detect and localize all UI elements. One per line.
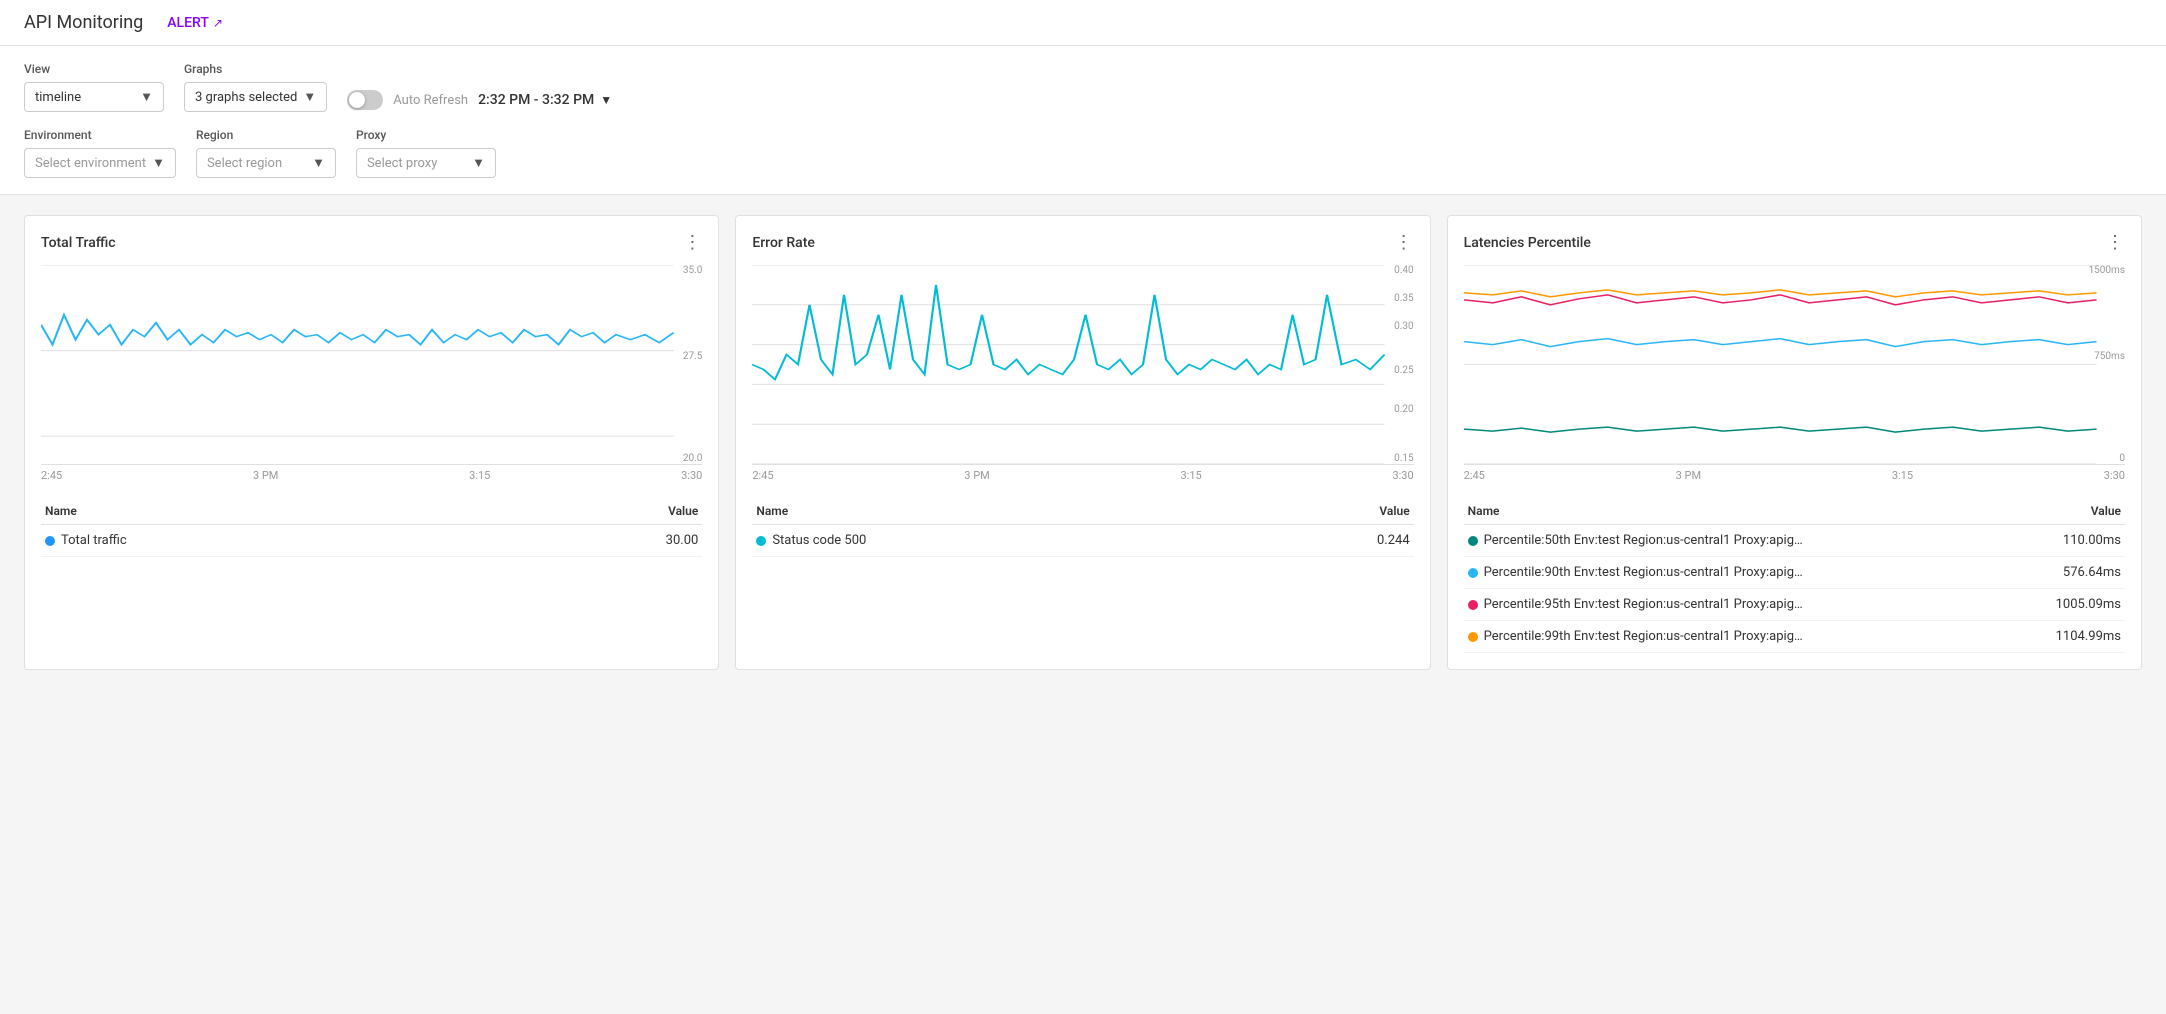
- total-traffic-y-bot: 20.0: [683, 453, 703, 464]
- latencies-chart-area: 1500ms 750ms 0: [1464, 265, 2125, 465]
- error-rate-card: Error Rate ⋮ 0.40 0.35 0.30 0.25 0.20 0.…: [735, 215, 1430, 670]
- error-rate-table: Name Value Status code 500 0.244: [752, 498, 1413, 557]
- view-group: View timeline ▼: [24, 62, 164, 112]
- total-traffic-y-mid: 27.5: [683, 351, 703, 362]
- table-row: Percentile:50th Env:test Region:us-centr…: [1464, 525, 2125, 557]
- region-group: Region Select region ▼: [196, 128, 336, 178]
- latencies-y-bot: 0: [2119, 453, 2125, 464]
- latencies-y-mid: 750ms: [2094, 351, 2125, 362]
- auto-refresh-group: Auto Refresh 2:32 PM - 3:32 PM ▼: [347, 90, 612, 112]
- total-traffic-card: Total Traffic ⋮ 35.0 27.5 20.0 2:45 3 PM…: [24, 215, 719, 670]
- charts-container: Total Traffic ⋮ 35.0 27.5 20.0 2:45 3 PM…: [0, 195, 2166, 690]
- latencies-svg: [1464, 265, 2125, 464]
- latencies-header: Latencies Percentile ⋮: [1464, 232, 2125, 253]
- time-range-picker[interactable]: 2:32 PM - 3:32 PM ▼: [478, 92, 612, 108]
- region-arrow-icon: ▼: [312, 155, 325, 171]
- error-rate-y-bot: 0.15: [1394, 453, 1414, 464]
- latencies-x-labels: 2:45 3 PM 3:15 3:30: [1464, 465, 2125, 486]
- latencies-col-value: Value: [2009, 498, 2125, 525]
- error-rate-title: Error Rate: [752, 235, 815, 251]
- latencies-menu-icon[interactable]: ⋮: [2106, 232, 2125, 253]
- table-row: Percentile:95th Env:test Region:us-centr…: [1464, 589, 2125, 621]
- graphs-arrow-icon: ▼: [303, 89, 316, 105]
- view-label: View: [24, 62, 164, 76]
- total-traffic-header: Total Traffic ⋮: [41, 232, 702, 253]
- graphs-label: Graphs: [184, 62, 327, 76]
- latency-50th-dot: [1468, 536, 1478, 546]
- toolbar-row-2: Environment Select environment ▼ Region …: [24, 128, 2142, 178]
- latency-90th-dot: [1468, 568, 1478, 578]
- error-rate-y-mid3: 0.25: [1394, 365, 1414, 376]
- error-rate-y-mid4: 0.20: [1394, 404, 1414, 415]
- time-range-arrow-icon: ▼: [600, 93, 612, 107]
- graphs-select[interactable]: 3 graphs selected ▼: [184, 82, 327, 112]
- error-rate-svg: [752, 265, 1413, 464]
- app-title: API Monitoring: [24, 12, 143, 33]
- auto-refresh-toggle[interactable]: [347, 90, 383, 110]
- error-rate-col-name: Name: [752, 498, 1244, 525]
- app-header: API Monitoring ALERT: [0, 0, 2166, 46]
- error-rate-col-value: Value: [1244, 498, 1414, 525]
- total-traffic-col-value: Value: [496, 498, 702, 525]
- latency-99th-dot: [1468, 632, 1478, 642]
- table-row: Status code 500 0.244: [752, 525, 1413, 557]
- total-traffic-title: Total Traffic: [41, 235, 116, 251]
- error-rate-menu-icon[interactable]: ⋮: [1395, 232, 1414, 253]
- total-traffic-menu-icon[interactable]: ⋮: [683, 232, 702, 253]
- view-arrow-icon: ▼: [140, 89, 153, 105]
- error-rate-dot: [756, 536, 766, 546]
- region-select[interactable]: Select region ▼: [196, 148, 336, 178]
- total-traffic-chart-area: 35.0 27.5 20.0: [41, 265, 702, 465]
- latencies-title: Latencies Percentile: [1464, 235, 1591, 251]
- error-rate-x-labels: 2:45 3 PM 3:15 3:30: [752, 465, 1413, 486]
- latencies-card: Latencies Percentile ⋮ 1500ms 750ms 0: [1447, 215, 2142, 670]
- environment-label: Environment: [24, 128, 176, 142]
- proxy-select[interactable]: Select proxy ▼: [356, 148, 496, 178]
- latencies-y-top: 1500ms: [2089, 265, 2125, 276]
- total-traffic-col-name: Name: [41, 498, 496, 525]
- table-row: Total traffic 30.00: [41, 525, 702, 557]
- total-traffic-svg: [41, 265, 702, 464]
- toolbar: View timeline ▼ Graphs 3 graphs selected…: [0, 46, 2166, 195]
- total-traffic-x-labels: 2:45 3 PM 3:15 3:30: [41, 465, 702, 486]
- toolbar-row-1: View timeline ▼ Graphs 3 graphs selected…: [24, 62, 2142, 112]
- error-rate-y-mid1: 0.35: [1394, 293, 1414, 304]
- proxy-label: Proxy: [356, 128, 496, 142]
- error-rate-chart-area: 0.40 0.35 0.30 0.25 0.20 0.15: [752, 265, 1413, 465]
- total-traffic-dot: [45, 536, 55, 546]
- latency-95th-dot: [1468, 600, 1478, 610]
- alert-link[interactable]: ALERT: [167, 15, 223, 31]
- auto-refresh-label: Auto Refresh: [393, 93, 468, 108]
- table-row: Percentile:90th Env:test Region:us-centr…: [1464, 557, 2125, 589]
- environment-arrow-icon: ▼: [152, 155, 165, 171]
- latencies-table: Name Value Percentile:50th Env:test Regi…: [1464, 498, 2125, 653]
- proxy-arrow-icon: ▼: [472, 155, 485, 171]
- latencies-col-name: Name: [1464, 498, 2009, 525]
- error-rate-y-top: 0.40: [1394, 265, 1414, 276]
- total-traffic-table: Name Value Total traffic 30.00: [41, 498, 702, 557]
- total-traffic-y-top: 35.0: [683, 265, 703, 276]
- toggle-knob: [349, 92, 365, 108]
- view-select[interactable]: timeline ▼: [24, 82, 164, 112]
- region-label: Region: [196, 128, 336, 142]
- environment-group: Environment Select environment ▼: [24, 128, 176, 178]
- error-rate-y-mid2: 0.30: [1394, 321, 1414, 332]
- graphs-group: Graphs 3 graphs selected ▼: [184, 62, 327, 112]
- proxy-group: Proxy Select proxy ▼: [356, 128, 496, 178]
- table-row: Percentile:99th Env:test Region:us-centr…: [1464, 621, 2125, 653]
- error-rate-header: Error Rate ⋮: [752, 232, 1413, 253]
- environment-select[interactable]: Select environment ▼: [24, 148, 176, 178]
